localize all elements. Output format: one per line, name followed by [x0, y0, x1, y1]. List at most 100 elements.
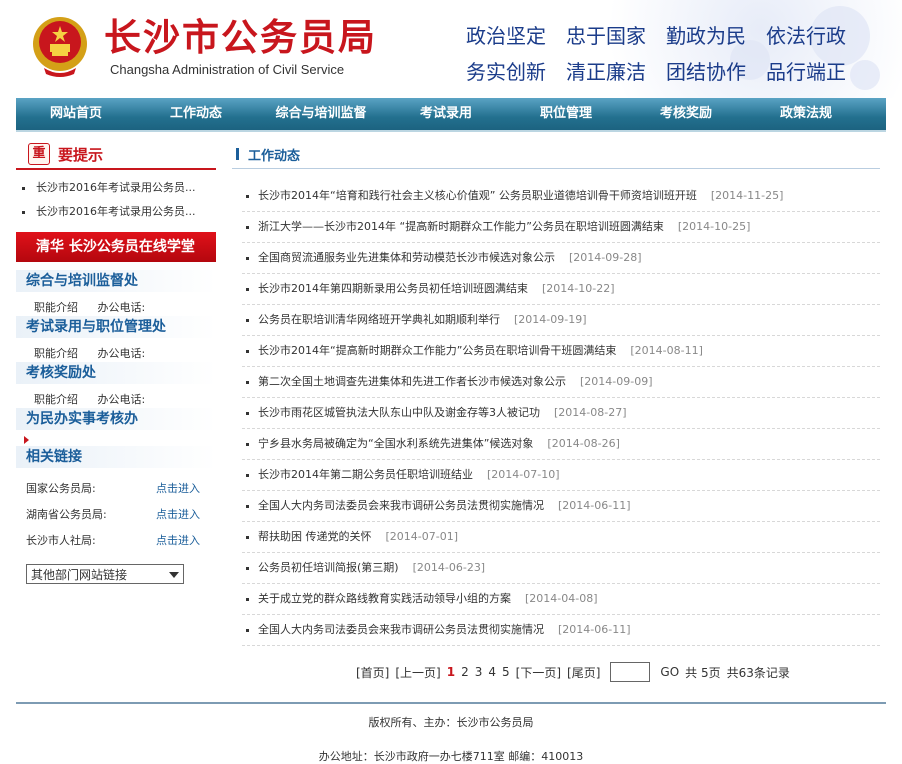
function-intro-link[interactable]: 职能介绍	[34, 347, 78, 360]
work-news-header: 工作动态	[232, 140, 880, 169]
news-date: [2014-11-25]	[710, 189, 784, 202]
news-title[interactable]: 全国人大内务司法委员会来我市调研公务员法贯彻实施情况	[258, 499, 544, 512]
news-item[interactable]: 长沙市2014年“培育和践行社会主义核心价值观” 公务员职业道德培训骨干师资培训…	[242, 181, 880, 212]
chevron-down-icon	[169, 572, 179, 578]
news-title[interactable]: 全国商贸流通服务业先进集体和劳动模范长沙市候选对象公示	[258, 251, 555, 264]
news-item[interactable]: 浙江大学——长沙市2014年 “提高新时期群众工作能力”公务员在职培训班圆满结束…	[242, 212, 880, 243]
page-number-current[interactable]: 1	[447, 665, 455, 679]
important-tips-title: 要提示	[58, 146, 104, 164]
section-title[interactable]: 为民办实事考核办	[16, 408, 216, 430]
link-row: 长沙市人社局: 点击进入	[16, 528, 216, 554]
section-title[interactable]: 考核奖励处	[16, 362, 216, 384]
title-bar-marker	[236, 148, 239, 160]
page-number[interactable]: 4	[488, 665, 496, 679]
last-page-link[interactable]: [尾页]	[567, 664, 600, 681]
slogan: 团结协作	[666, 60, 746, 84]
office-phone: 办公电话:	[97, 393, 146, 406]
news-date: [2014-08-27]	[554, 406, 627, 419]
enter-link[interactable]: 点击进入	[156, 476, 200, 502]
news-title[interactable]: 长沙市2014年第四期新录用公务员初任培训班圆满结束	[258, 282, 528, 295]
slogan: 清正廉洁	[566, 60, 646, 84]
arrow-marker-icon	[24, 436, 29, 444]
tip-item[interactable]: 长沙市2016年考试录用公务员...	[16, 176, 216, 200]
news-title[interactable]: 浙江大学——长沙市2014年 “提高新时期群众工作能力”公务员在职培训班圆满结束	[258, 220, 664, 233]
news-item[interactable]: 长沙市2014年第二期公务员任职培训班结业 [2014-07-10]	[242, 460, 880, 491]
section-title[interactable]: 综合与培训监督处	[16, 270, 216, 292]
news-title[interactable]: 长沙市2014年“培育和践行社会主义核心价值观” 公务员职业道德培训骨干师资培训…	[258, 189, 697, 202]
news-date: [2014-08-26]	[547, 437, 620, 450]
news-title[interactable]: 第二次全国土地调查先进集体和先进工作者长沙市候选对象公示	[258, 375, 566, 388]
page-number[interactable]: 5	[502, 665, 510, 679]
department-links-select[interactable]: 其他部门网站链接	[26, 564, 184, 584]
site-subtitle: Changsha Administration of Civil Service	[110, 62, 345, 77]
news-date: [2014-08-11]	[630, 344, 703, 357]
news-item[interactable]: 公务员初任培训简报(第三期) [2014-06-23]	[242, 553, 880, 584]
first-page-link[interactable]: [首页]	[356, 664, 389, 681]
site-header: 长沙市公务员局 Changsha Administration of Civil…	[0, 0, 902, 98]
link-row: 国家公务员局: 点击进入	[16, 476, 216, 502]
office-phone: 办公电话:	[97, 347, 146, 360]
news-item[interactable]: 公务员在职培训清华网络班开学典礼如期顺利举行 [2014-09-19]	[242, 305, 880, 336]
slogans: 政治坚定 忠于国家 勤政为民 依法行政 务实创新 清正廉洁 团结协作 品行端正	[466, 18, 866, 90]
slogan: 务实创新	[466, 60, 546, 84]
page-jump-input[interactable]	[610, 662, 651, 682]
news-title[interactable]: 公务员在职培训清华网络班开学典礼如期顺利举行	[258, 313, 500, 326]
enter-link[interactable]: 点击进入	[156, 502, 200, 528]
page-number[interactable]: 3	[475, 665, 483, 679]
news-date: [2014-09-28]	[569, 251, 642, 264]
news-item[interactable]: 长沙市雨花区城管执法大队东山中队及谢金存等3人被记功 [2014-08-27]	[242, 398, 880, 429]
section-title[interactable]: 考试录用与职位管理处	[16, 316, 216, 338]
prev-page-link[interactable]: [上一页]	[395, 664, 440, 681]
news-title[interactable]: 宁乡县水务局被确定为“全国水利系统先进集体”候选对象	[258, 437, 533, 450]
nav-work-news[interactable]: 工作动态	[136, 98, 256, 130]
news-date: [2014-10-22]	[542, 282, 615, 295]
slogan: 勤政为民	[666, 24, 746, 48]
go-button[interactable]: GO	[660, 665, 679, 679]
online-school-banner[interactable]: 清华 长沙公务员在线学堂	[16, 232, 216, 262]
news-item[interactable]: 长沙市2014年“提高新时期群众工作能力”公务员在职培训骨干班圆满结束 [2014…	[242, 336, 880, 367]
important-badge-icon: 重	[28, 143, 50, 165]
news-item[interactable]: 第二次全国土地调查先进集体和先进工作者长沙市候选对象公示 [2014-09-09]	[242, 367, 880, 398]
slogan: 品行端正	[766, 60, 846, 84]
link-label: 湖南省公务员局:	[26, 508, 107, 521]
nav-home[interactable]: 网站首页	[16, 98, 136, 130]
nav-position-management[interactable]: 职位管理	[506, 98, 626, 130]
related-links-title: 相关链接	[16, 446, 216, 468]
function-intro-link[interactable]: 职能介绍	[34, 301, 78, 314]
function-intro-link[interactable]: 职能介绍	[34, 393, 78, 406]
important-tips-header: 重 要提示	[16, 140, 216, 170]
news-title[interactable]: 公务员初任培训简报(第三期)	[258, 561, 399, 574]
slogan: 依法行政	[766, 24, 846, 48]
news-item[interactable]: 全国人大内务司法委员会来我市调研公务员法贯彻实施情况 [2014-06-11]	[242, 615, 880, 646]
page-number[interactable]: 2	[461, 665, 469, 679]
news-item[interactable]: 全国商贸流通服务业先进集体和劳动模范长沙市候选对象公示 [2014-09-28]	[242, 243, 880, 274]
news-date: [2014-07-01]	[385, 530, 459, 543]
slogan: 政治坚定	[466, 24, 546, 48]
news-title[interactable]: 全国人大内务司法委员会来我市调研公务员法贯彻实施情况	[258, 623, 544, 636]
next-page-link[interactable]: [下一页]	[516, 664, 561, 681]
news-item[interactable]: 帮扶助困 传递党的关怀 [2014-07-01]	[242, 522, 880, 553]
news-date: [2014-07-10]	[487, 468, 560, 481]
news-title[interactable]: 帮扶助困 传递党的关怀	[258, 530, 372, 543]
site-title: 长沙市公务员局	[104, 15, 377, 59]
news-item[interactable]: 全国人大内务司法委员会来我市调研公务员法贯彻实施情况 [2014-06-11]	[242, 491, 880, 522]
news-title[interactable]: 长沙市2014年第二期公务员任职培训班结业	[258, 468, 473, 481]
news-item[interactable]: 长沙市2014年第四期新录用公务员初任培训班圆满结束 [2014-10-22]	[242, 274, 880, 305]
footer-divider	[16, 702, 886, 704]
news-item[interactable]: 宁乡县水务局被确定为“全国水利系统先进集体”候选对象 [2014-08-26]	[242, 429, 880, 460]
news-title[interactable]: 长沙市雨花区城管执法大队东山中队及谢金存等3人被记功	[258, 406, 540, 419]
nav-assessment-rewards[interactable]: 考核奖励	[626, 98, 746, 130]
total-pages: 共 5页	[685, 665, 721, 680]
news-item[interactable]: 关于成立党的群众路线教育实践活动领导小组的方案 [2014-04-08]	[242, 584, 880, 615]
enter-link[interactable]: 点击进入	[156, 528, 200, 554]
main-content: 工作动态 长沙市2014年“培育和践行社会主义核心价值观” 公务员职业道德培训骨…	[232, 140, 880, 646]
news-title[interactable]: 长沙市2014年“提高新时期群众工作能力”公务员在职培训骨干班圆满结束	[258, 344, 616, 357]
news-title[interactable]: 关于成立党的群众路线教育实践活动领导小组的方案	[258, 592, 511, 605]
national-emblem-icon	[33, 17, 87, 77]
link-row: 湖南省公务员局: 点击进入	[16, 502, 216, 528]
nav-policies[interactable]: 政策法规	[746, 98, 866, 130]
nav-training-supervision[interactable]: 综合与培训监督	[256, 98, 386, 130]
nav-exam-recruitment[interactable]: 考试录用	[386, 98, 506, 130]
news-date: [2014-04-08]	[525, 592, 598, 605]
tip-item[interactable]: 长沙市2016年考试录用公务员...	[16, 200, 216, 224]
